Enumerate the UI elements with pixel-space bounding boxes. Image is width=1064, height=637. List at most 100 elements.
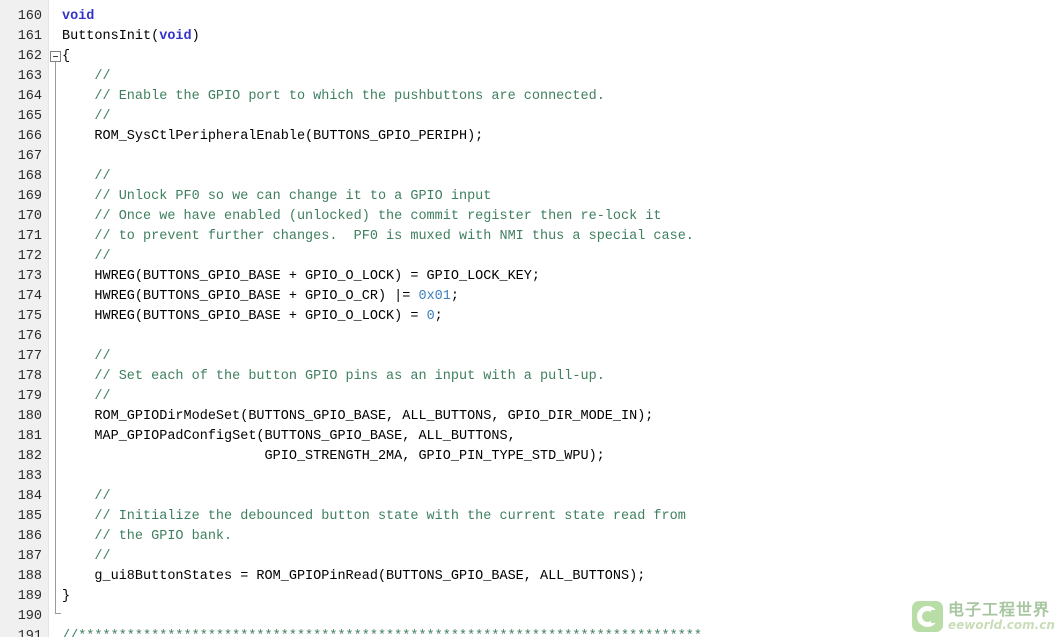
code-text[interactable]: ButtonsInit(void)	[62, 27, 200, 47]
line-number: 185	[17, 509, 42, 524]
line-number: 167	[17, 149, 42, 164]
line-number: 190	[17, 609, 42, 624]
code-text[interactable]: //	[62, 487, 110, 507]
code-text[interactable]: // Initialize the debounced button state…	[62, 507, 685, 527]
line-number: 184	[17, 489, 42, 504]
code-line[interactable]: 159 //	[0, 0, 1064, 7]
token-pln	[62, 229, 94, 244]
token-cmt: // Unlock PF0 so we can change it to a G…	[94, 189, 492, 204]
code-line[interactable]: 161 ButtonsInit(void)	[0, 27, 1064, 47]
code-line[interactable]: 177 //	[0, 347, 1064, 367]
code-line[interactable]: 185 // Initialize the debounced button s…	[0, 507, 1064, 527]
line-number: 170	[17, 209, 42, 224]
code-text[interactable]: //**************************************…	[62, 627, 702, 637]
token-cmt: //	[94, 249, 111, 264]
code-line[interactable]: 184 //	[0, 487, 1064, 507]
code-line[interactable]: 178 // Set each of the button GPIO pins …	[0, 367, 1064, 387]
code-line[interactable]: 168 //	[0, 167, 1064, 187]
code-line[interactable]: 164 // Enable the GPIO port to which the…	[0, 87, 1064, 107]
code-text[interactable]: ROM_GPIODirModeSet(BUTTONS_GPIO_BASE, AL…	[62, 407, 653, 427]
code-text[interactable]: HWREG(BUTTONS_GPIO_BASE + GPIO_O_LOCK) =…	[62, 307, 442, 327]
token-cmt: // Enable the GPIO port to which the pus…	[94, 89, 605, 104]
token-cmt: //	[94, 69, 111, 84]
code-text[interactable]: // Set each of the button GPIO pins as a…	[62, 367, 605, 387]
token-pln	[62, 89, 94, 104]
token-cmt: //	[94, 169, 111, 184]
line-number: 161	[17, 29, 42, 44]
code-line[interactable]: 169 // Unlock PF0 so we can change it to…	[0, 187, 1064, 207]
code-text[interactable]: //	[62, 0, 110, 7]
code-line[interactable]: 171 // to prevent further changes. PF0 i…	[0, 227, 1064, 247]
code-line[interactable]: 172 //	[0, 247, 1064, 267]
token-pln: ROM_SysCtlPeripheralEnable(BUTTONS_GPIO_…	[62, 129, 484, 144]
code-line[interactable]: 180 ROM_GPIODirModeSet(BUTTONS_GPIO_BASE…	[0, 407, 1064, 427]
code-text[interactable]: //	[62, 247, 111, 267]
code-text[interactable]: GPIO_STRENGTH_2MA, GPIO_PIN_TYPE_STD_WPU…	[62, 447, 605, 467]
code-line[interactable]: 165 //	[0, 107, 1064, 127]
code-text[interactable]: MAP_GPIOPadConfigSet(BUTTONS_GPIO_BASE, …	[62, 427, 515, 447]
line-number: 186	[17, 529, 42, 544]
code-text[interactable]: //	[62, 167, 111, 187]
line-number: 189	[17, 589, 42, 604]
code-text[interactable]: //	[62, 67, 111, 87]
token-cmt: //	[94, 549, 111, 564]
code-text[interactable]: HWREG(BUTTONS_GPIO_BASE + GPIO_O_LOCK) =…	[62, 267, 540, 287]
code-line[interactable]: 160 void	[0, 7, 1064, 27]
token-cmt: // Set each of the button GPIO pins as a…	[94, 369, 605, 384]
code-text[interactable]: ROM_SysCtlPeripheralEnable(BUTTONS_GPIO_…	[62, 127, 483, 147]
line-number: 164	[17, 89, 42, 104]
code-text[interactable]: }	[62, 587, 70, 607]
code-line[interactable]: 183	[0, 467, 1064, 487]
code-text[interactable]: //	[62, 547, 111, 567]
code-line[interactable]: 167	[0, 147, 1064, 167]
code-text[interactable]: // Unlock PF0 so we can change it to a G…	[62, 187, 491, 207]
token-cmt: //	[94, 0, 110, 4]
token-pln: {	[62, 49, 71, 64]
code-line[interactable]: 162 {	[0, 47, 1064, 67]
code-line[interactable]: 189}	[0, 587, 1064, 607]
code-text[interactable]: g_ui8ButtonStates = ROM_GPIOPinRead(BUTT…	[62, 567, 645, 587]
code-line[interactable]: 174 HWREG(BUTTONS_GPIO_BASE + GPIO_O_CR)…	[0, 287, 1064, 307]
code-text[interactable]: void	[62, 7, 94, 27]
token-cmt: // Once we have enabled (unlocked) the c…	[94, 209, 662, 224]
token-pln: HWREG(BUTTONS_GPIO_BASE + GPIO_O_LOCK) =	[62, 309, 427, 324]
line-number: 168	[17, 169, 42, 184]
code-line[interactable]: 163 //	[0, 67, 1064, 87]
code-text[interactable]: // to prevent further changes. PF0 is mu…	[62, 227, 694, 247]
line-number: 160	[17, 9, 42, 24]
line-number: 165	[17, 109, 42, 124]
code-line[interactable]: 175 HWREG(BUTTONS_GPIO_BASE + GPIO_O_LOC…	[0, 307, 1064, 327]
code-text[interactable]: //	[62, 347, 110, 367]
token-cmt: //	[94, 109, 111, 124]
code-line[interactable]: 176	[0, 327, 1064, 347]
code-text[interactable]: // Once we have enabled (unlocked) the c…	[62, 207, 662, 227]
code-text[interactable]: HWREG(BUTTONS_GPIO_BASE + GPIO_O_CR) |= …	[62, 287, 459, 307]
code-text[interactable]: //	[62, 107, 111, 127]
token-pln	[62, 349, 94, 364]
code-text[interactable]: // Enable the GPIO port to which the pus…	[62, 87, 605, 107]
code-text[interactable]: {	[62, 47, 70, 67]
code-line[interactable]: 181 MAP_GPIOPadConfigSet(BUTTONS_GPIO_BA…	[0, 427, 1064, 447]
line-number: 171	[17, 229, 42, 244]
code-line[interactable]: 191 //***********************************…	[0, 627, 1064, 637]
code-line[interactable]: 186 // the GPIO bank.	[0, 527, 1064, 547]
code-line[interactable]: 182 GPIO_STRENGTH_2MA, GPIO_PIN_TYPE_STD…	[0, 447, 1064, 467]
code-line[interactable]: 179 //	[0, 387, 1064, 407]
code-line[interactable]: 170 // Once we have enabled (unlocked) t…	[0, 207, 1064, 227]
token-pln	[62, 209, 94, 224]
code-editor[interactable]: 159 // 160 void 161 ButtonsInit(void)162{163…	[0, 0, 1064, 637]
code-line[interactable]: 188 g_ui8ButtonStates = ROM_GPIOPinRead(…	[0, 567, 1064, 587]
code-line[interactable]: 173 HWREG(BUTTONS_GPIO_BASE + GPIO_O_LOC…	[0, 267, 1064, 287]
code-line[interactable]: 190	[0, 607, 1064, 627]
code-text[interactable]: // the GPIO bank.	[62, 527, 232, 547]
token-pln: ButtonsInit(	[62, 29, 160, 44]
code-line[interactable]: 166 ROM_SysCtlPeripheralEnable(BUTTONS_G…	[0, 127, 1064, 147]
line-number: 174	[17, 289, 42, 304]
token-pln	[62, 529, 94, 544]
code-line[interactable]: 187 //	[0, 547, 1064, 567]
code-text[interactable]: //	[62, 387, 110, 407]
line-number: 177	[17, 349, 42, 364]
fold-collapse-icon[interactable]	[50, 51, 61, 62]
token-pln	[62, 509, 94, 524]
line-number: 179	[17, 389, 42, 404]
